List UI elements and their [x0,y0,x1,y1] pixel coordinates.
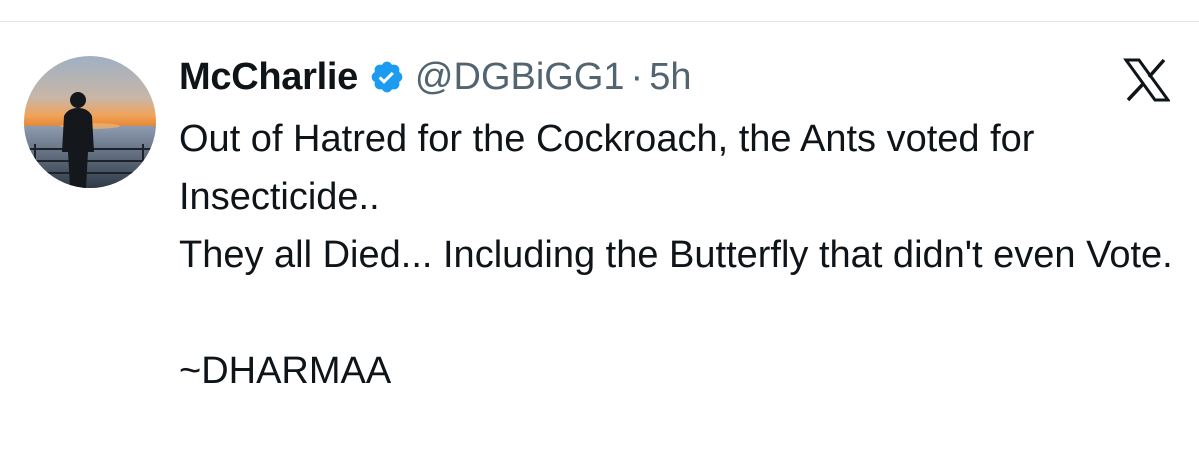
tweet-text: Out of Hatred for the Cockroach, the Ant… [179,110,1179,400]
tweet-header: McCharlie @DGBiGG1 · 5h [179,52,691,102]
verified-badge-icon [369,59,405,95]
tweet-paragraph: Out of Hatred for the Cockroach, the Ant… [179,118,1035,218]
top-divider [0,21,1199,22]
tweet-paragraph: They all Died... Including the Butterfly… [179,234,1173,276]
sunset-silhouette-avatar-image [24,56,156,188]
user-handle[interactable]: @DGBiGG1 [415,56,625,99]
avatar[interactable] [24,56,156,188]
timestamp[interactable]: 5h [649,56,691,99]
tweet-signature: ~DHARMAA [179,350,392,392]
separator-dot: · [630,55,644,98]
display-name[interactable]: McCharlie [179,56,358,99]
x-logo-icon[interactable] [1122,58,1170,102]
